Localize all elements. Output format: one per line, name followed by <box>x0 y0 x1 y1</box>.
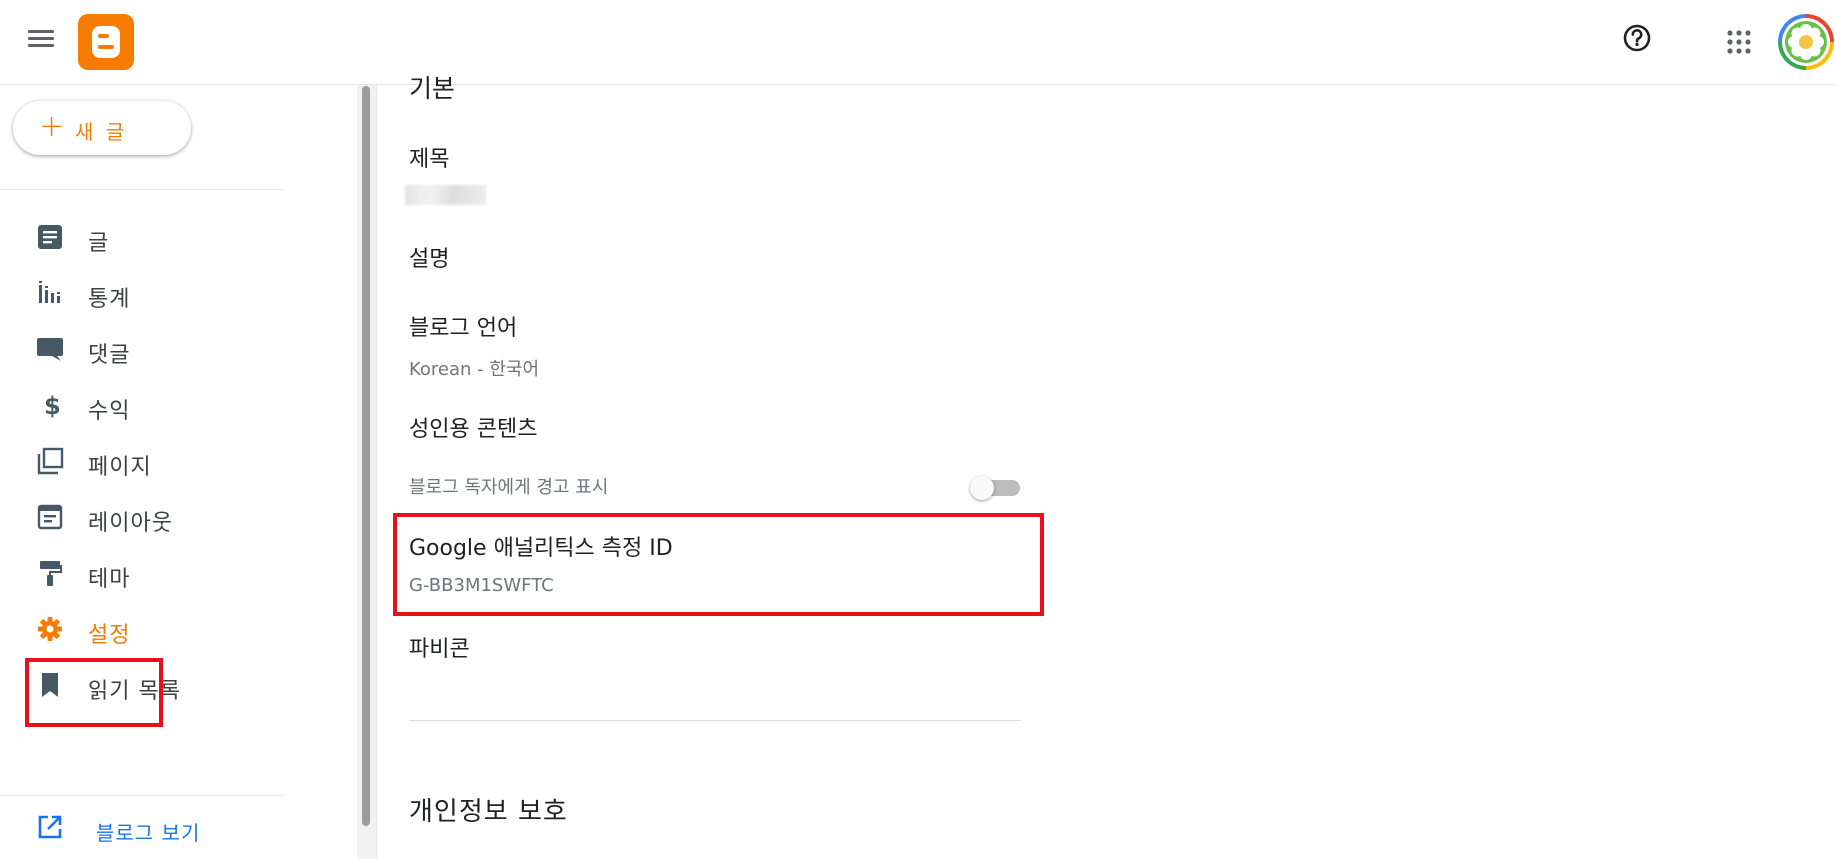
blog-language-label[interactable]: 블로그 언어 <box>409 310 517 342</box>
view-blog-label: 블로그 보기 <box>96 821 201 845</box>
sidebar-item-settings[interactable]: 설정 <box>0 601 284 657</box>
comments-icon <box>36 335 64 363</box>
flower-avatar-icon <box>1788 24 1824 60</box>
scrollbar-thumb[interactable] <box>362 86 370 826</box>
sidebar-item-label: 테마 <box>88 567 131 592</box>
sidebar-item-comments[interactable]: 댓글 <box>0 321 284 377</box>
adult-content-label: 성인용 콘텐츠 <box>409 417 538 442</box>
sidebar-item-label: 수익 <box>88 399 131 424</box>
adult-content-description: 블로그 독자에게 경고 표시 <box>409 477 609 498</box>
sidebar-item-layout[interactable]: 레이아웃 <box>0 489 284 545</box>
open-external-icon <box>36 813 64 841</box>
sidebar-item-label: 설정 <box>88 623 131 648</box>
section-divider <box>409 720 1021 721</box>
new-post-label: 새 글 <box>75 120 128 144</box>
google-analytics-highlight-box <box>393 513 1044 616</box>
sidebar-item-label: 페이지 <box>88 455 152 480</box>
favicon-label[interactable]: 파비콘 <box>409 631 470 663</box>
adult-content-toggle[interactable] <box>970 473 1026 503</box>
sidebar-item-stats[interactable]: 통계 <box>0 265 284 321</box>
sidebar: + 새 글 글 통계 댓글 $ 수익 페이지 레이아웃 테마 설정 읽기 목록 … <box>0 85 285 859</box>
layout-icon <box>36 503 64 531</box>
sidebar-item-theme[interactable]: 테마 <box>0 545 284 601</box>
stats-icon <box>36 279 64 307</box>
new-post-button[interactable]: + 새 글 <box>13 101 191 155</box>
settings-content: 기본 제목 설명 블로그 언어 Korean - 한국어 성인용 콘텐츠 블로그… <box>378 74 1818 859</box>
title-field-label[interactable]: 제목 <box>409 141 449 173</box>
menu-icon[interactable] <box>22 26 60 58</box>
section-heading-privacy: 개인정보 보호 <box>409 797 568 827</box>
section-heading-basic: 기본 <box>409 74 456 103</box>
sidebar-divider <box>0 795 284 796</box>
sidebar-item-label: 레이아웃 <box>88 511 173 536</box>
sidebar-item-label: 통계 <box>88 287 131 312</box>
svg-text:$: $ <box>44 392 61 419</box>
sidebar-item-earnings[interactable]: $ 수익 <box>0 377 284 433</box>
content-divider <box>376 85 377 859</box>
avatar[interactable] <box>1778 14 1834 70</box>
posts-icon <box>36 223 64 251</box>
settings-highlight-box <box>25 658 163 727</box>
sidebar-divider <box>0 189 284 190</box>
dollar-icon: $ <box>36 391 64 420</box>
sidebar-item-posts[interactable]: 글 <box>0 209 284 265</box>
gear-icon <box>36 615 64 643</box>
blog-language-value: Korean - 한국어 <box>409 359 540 380</box>
description-field-label[interactable]: 설명 <box>409 241 449 273</box>
plus-icon: + <box>39 109 65 144</box>
blogger-logo[interactable] <box>78 14 134 70</box>
toggle-knob <box>970 476 994 500</box>
help-circle-icon[interactable] <box>1619 20 1655 56</box>
blog-title-value-blurred <box>405 185 486 205</box>
sidebar-item-pages[interactable]: 페이지 <box>0 433 284 489</box>
top-bar <box>0 0 1836 85</box>
theme-roller-icon <box>36 559 64 587</box>
sidebar-item-label: 댓글 <box>88 343 131 368</box>
sidebar-item-label: 글 <box>88 231 110 256</box>
apps-grid-icon[interactable] <box>1721 24 1757 60</box>
pages-icon <box>36 447 64 475</box>
view-blog-link[interactable]: 블로그 보기 <box>0 799 284 855</box>
